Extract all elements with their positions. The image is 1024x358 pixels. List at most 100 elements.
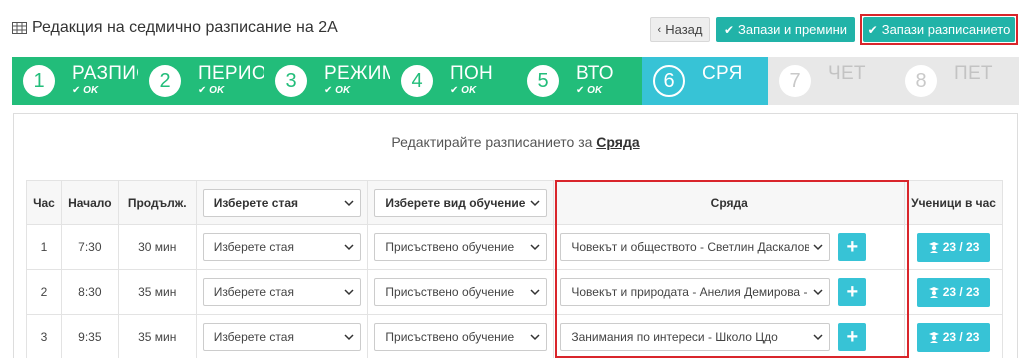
type-filter-select[interactable]: Изберете вид обучение [374, 188, 548, 217]
cell-room: Изберете стая [195, 224, 369, 270]
cell-subject: Човекът и обществото - Светлин Даскалов … [553, 224, 906, 270]
subject-cell-content: Човекът и обществото - Светлин Даскалов … [554, 233, 904, 261]
chevron-down-icon [530, 199, 540, 206]
save-schedule-button[interactable]: ✔ Запази разписанието [863, 17, 1015, 42]
subject-select[interactable]: Занимания по интереси - Школо Цдо [560, 323, 831, 351]
room-select[interactable]: Изберете стая [202, 323, 362, 351]
check-icon: ✔ [576, 85, 588, 96]
subject-cell-content: Човекът и природата - Анелия Демирова - … [554, 278, 904, 306]
chevron-down-icon [344, 334, 354, 341]
header-students: Ученици в час [904, 180, 1003, 225]
cell-start: 8:30 [60, 269, 119, 315]
room-select-value: Изберете стая [213, 285, 294, 299]
cell-students: 23 / 23 [904, 224, 1003, 270]
wizard-step-5[interactable]: 5 ВТО ✔ OK [516, 57, 642, 105]
chevron-down-icon [344, 289, 354, 296]
type-select[interactable]: Присъствено обучение [374, 278, 548, 306]
table-grid-icon [12, 22, 27, 34]
cell-room: Изберете стая [195, 314, 369, 358]
cell-duration: 30 мин [117, 224, 197, 270]
step-label: СРЯ [702, 63, 743, 84]
subject-cell-content: Занимания по интереси - Школо Цдо + [554, 323, 904, 351]
wizard-step-3[interactable]: 3 РЕЖИМ ✔ OK [264, 57, 390, 105]
save-and-next-label: Запази и премини [738, 22, 848, 37]
cell-start: 9:35 [60, 314, 119, 358]
type-select-value: Присъствено обучение [385, 240, 515, 254]
save-and-next-button[interactable]: ✔ Запази и премини [716, 17, 855, 42]
step-status: ✔ OK [450, 85, 476, 96]
room-filter-select[interactable]: Изберете стая [202, 188, 362, 217]
check-icon: ✔ [324, 85, 336, 96]
step-label: ПОН [450, 63, 494, 84]
cell-type: Присъствено обучение [367, 269, 555, 315]
step-status-text: OK [83, 85, 99, 96]
students-button[interactable]: 23 / 23 [917, 277, 991, 307]
students-button[interactable]: 23 / 23 [917, 322, 991, 352]
header-start: Начало [60, 180, 119, 225]
room-select[interactable]: Изберете стая [202, 233, 362, 261]
add-subject-button[interactable]: + [838, 323, 867, 351]
subject-select[interactable]: Човекът и обществото - Светлин Даскалов [560, 233, 831, 261]
table-row: 1 7:30 30 мин Изберете стая Присъствено … [26, 224, 1003, 270]
wizard-step-1[interactable]: 1 РАЗПИС ✔ OK [12, 57, 138, 105]
check-icon: ✔ [723, 22, 734, 37]
cell-duration: 35 мин [117, 269, 197, 315]
step-number: 8 [905, 65, 937, 97]
step-number: 2 [149, 65, 181, 97]
step-label: ПЕТ [954, 63, 993, 84]
step-status: ✔ OK [72, 85, 98, 96]
students-count: 23 / 23 [942, 285, 980, 299]
subtitle-prefix: Редактирайте разписанието за [391, 134, 593, 150]
room-select[interactable]: Изберете стая [202, 278, 362, 306]
wizard-step-4[interactable]: 4 ПОН ✔ OK [390, 57, 516, 105]
chevron-down-icon [344, 244, 354, 251]
wizard-steps: 1 РАЗПИС ✔ OK 2 ПЕРИО, ✔ OK 3 РЕЖИМ ✔ OK… [12, 57, 1019, 105]
schedule-subtitle: Редактирайте разписанието за Сряда [14, 134, 1017, 150]
step-status-text: OK [587, 85, 603, 96]
students-button[interactable]: 23 / 23 [917, 232, 991, 262]
step-number: 5 [527, 65, 559, 97]
wizard-step-6[interactable]: 6 СРЯ [642, 57, 768, 105]
plus-icon: + [846, 235, 859, 258]
chevron-down-icon [344, 199, 354, 206]
cell-hour: 1 [26, 224, 62, 270]
type-select[interactable]: Присъствено обучение [374, 233, 548, 261]
room-select-value: Изберете стая [213, 240, 294, 254]
room-filter-value: Изберете стая [213, 195, 299, 210]
wizard-step-2[interactable]: 2 ПЕРИО, ✔ OK [138, 57, 264, 105]
chevron-down-icon [530, 334, 540, 341]
check-icon: ✔ [867, 22, 878, 37]
type-select[interactable]: Присъствено обучение [374, 323, 548, 351]
add-subject-button[interactable]: + [838, 278, 867, 306]
type-select-value: Присъствено обучение [385, 330, 515, 344]
back-button[interactable]: ‹ Назад [650, 17, 710, 42]
subject-select-value: Занимания по интереси - Школо Цдо [571, 330, 778, 344]
table-row: 3 9:35 35 мин Изберете стая Присъствено … [26, 314, 1003, 358]
check-icon: ✔ [72, 85, 84, 96]
students-count: 23 / 23 [942, 240, 980, 254]
step-status-text: OK [461, 85, 477, 96]
wizard-step-8[interactable]: 8 ПЕТ [894, 57, 1019, 105]
header-room-cell: Изберете стая [195, 180, 369, 225]
wizard-step-7[interactable]: 7 ЧЕТ [768, 57, 894, 105]
save-schedule-label: Запази разписанието [881, 22, 1011, 37]
chevron-down-icon [813, 334, 823, 341]
subject-select[interactable]: Човекът и природата - Анелия Демирова - … [560, 278, 831, 306]
step-status-text: OK [209, 85, 225, 96]
step-status: ✔ OK [576, 85, 602, 96]
plus-icon: + [846, 280, 859, 303]
add-subject-button[interactable]: + [838, 233, 867, 261]
cell-students: 23 / 23 [904, 314, 1003, 358]
cell-hour: 2 [26, 269, 62, 315]
subtitle-day: Сряда [596, 134, 640, 150]
step-label: РАЗПИС [72, 63, 138, 84]
header-duration: Продълж. [117, 180, 197, 225]
step-status: ✔ OK [198, 85, 224, 96]
cell-duration: 35 мин [117, 314, 197, 358]
cell-room: Изберете стая [195, 269, 369, 315]
step-number: 3 [275, 65, 307, 97]
back-button-label: Назад [665, 22, 703, 37]
plus-icon: + [846, 325, 859, 348]
subject-select-value: Човекът и обществото - Светлин Даскалов [571, 240, 810, 254]
step-label: ВТО [576, 63, 614, 84]
